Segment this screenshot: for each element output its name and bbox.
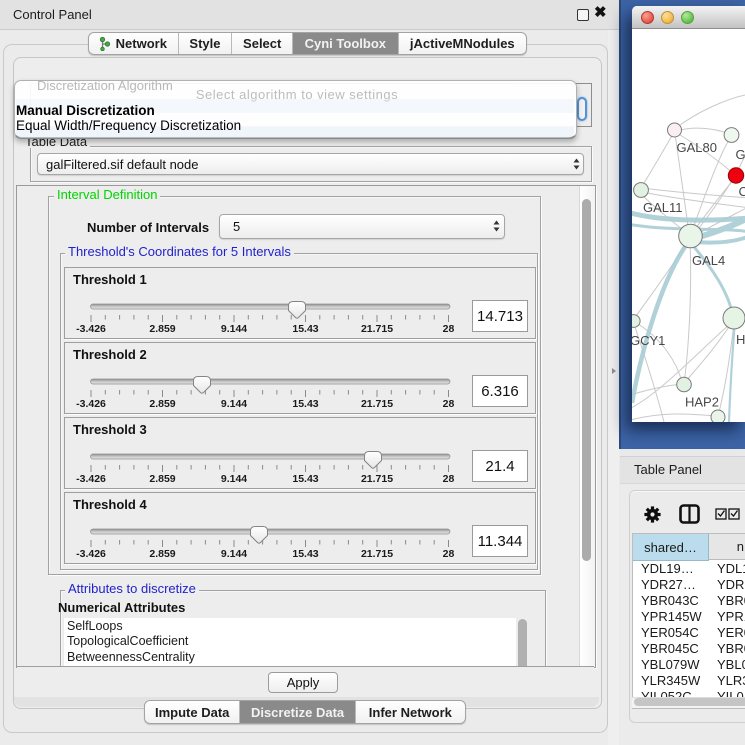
svg-text:GA: GA [736, 147, 745, 162]
svg-text:GAL11: GAL11 [643, 200, 683, 215]
svg-text:GAL80: GAL80 [677, 140, 717, 155]
svg-text:C: C [739, 184, 745, 199]
svg-text:GCY1: GCY1 [632, 333, 665, 348]
svg-text:H: H [736, 332, 745, 347]
svg-text:GAL4: GAL4 [692, 253, 725, 268]
svg-text:HAP2: HAP2 [685, 395, 719, 410]
